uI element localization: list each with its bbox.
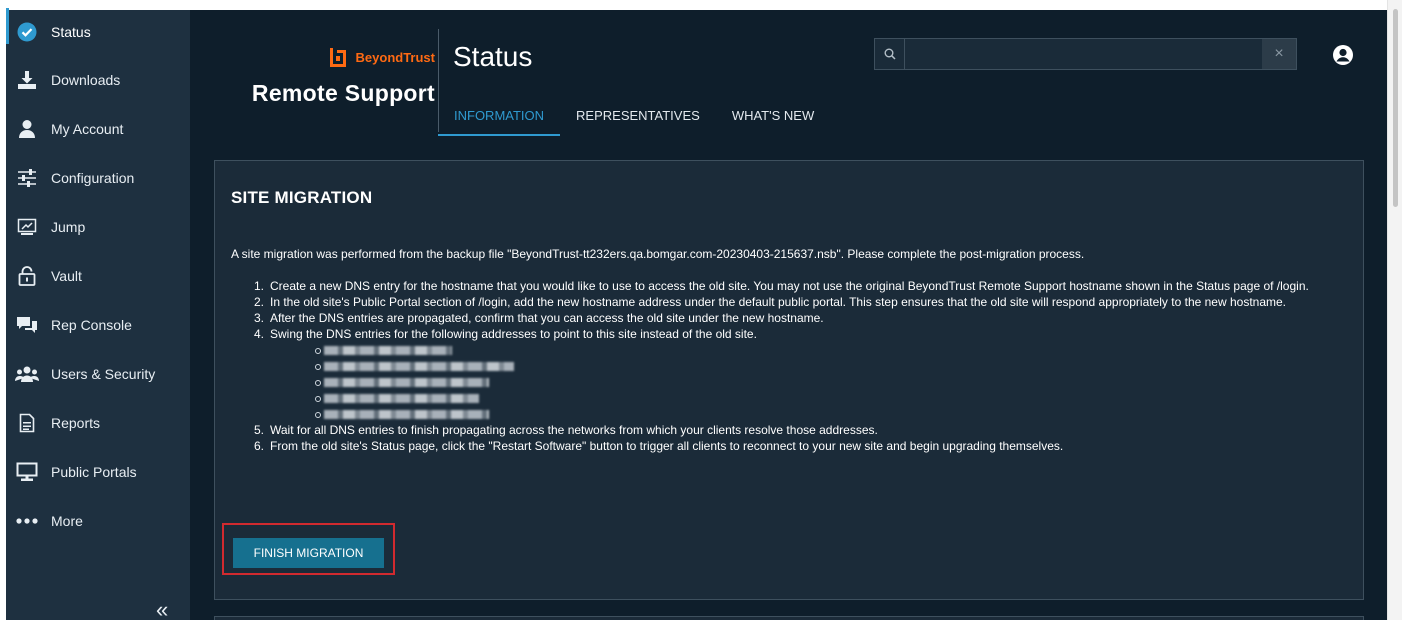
sidebar-item-my-account[interactable]: My Account xyxy=(6,109,190,149)
check-circle-icon xyxy=(14,21,40,43)
site-migration-panel: SITE MIGRATION A site migration was perf… xyxy=(214,160,1364,600)
sidebar-item-label: Users & Security xyxy=(51,366,156,382)
jump-icon xyxy=(14,216,40,238)
sidebar-item-public-portals[interactable]: Public Portals xyxy=(6,452,190,492)
next-panel xyxy=(214,616,1364,620)
monitor-icon xyxy=(14,461,40,483)
collapse-sidebar-button[interactable]: « xyxy=(156,599,180,620)
sidebar-item-more[interactable]: More xyxy=(6,501,190,541)
sidebar-item-jump[interactable]: Jump xyxy=(6,207,190,247)
sidebar-item-label: More xyxy=(51,513,83,529)
redacted-address xyxy=(231,390,1356,406)
ellipsis-icon xyxy=(14,510,40,532)
user-icon xyxy=(14,118,40,140)
sidebar-item-label: Reports xyxy=(51,415,101,431)
clear-search-icon[interactable]: × xyxy=(1262,39,1296,69)
list-item: 1. Create a new DNS entry for the hostna… xyxy=(254,279,1309,293)
list-item: 4. Swing the DNS entries for the followi… xyxy=(254,327,757,341)
redacted-address xyxy=(231,358,1356,374)
users-icon xyxy=(14,363,40,385)
sidebar-item-downloads[interactable]: Downloads xyxy=(6,60,190,100)
download-icon xyxy=(14,69,40,91)
report-icon xyxy=(14,412,40,434)
panel-title: SITE MIGRATION xyxy=(231,188,373,207)
sidebar-item-rep-console[interactable]: Rep Console xyxy=(6,305,190,345)
app-root: Status Downloads My Account Configuratio… xyxy=(0,0,1402,620)
search-box: × xyxy=(874,38,1297,70)
scrollbar-thumb[interactable] xyxy=(1393,9,1398,207)
sidebar-item-vault[interactable]: Vault xyxy=(6,256,190,296)
list-item: 2. In the old site's Public Portal secti… xyxy=(254,295,1287,309)
redacted-address xyxy=(231,342,1356,358)
user-menu-icon[interactable] xyxy=(1332,44,1354,66)
sidebar-item-label: Downloads xyxy=(51,72,121,88)
tab-bar: INFORMATION REPRESENTATIVES WHAT'S NEW xyxy=(438,94,830,136)
sidebar-item-label: Public Portals xyxy=(51,464,137,480)
search-input[interactable] xyxy=(905,39,1262,69)
sidebar-item-label: My Account xyxy=(51,121,124,137)
redacted-address xyxy=(231,374,1356,390)
list-item: 6. From the old site's Status page, clic… xyxy=(254,439,1064,453)
sidebar-item-status[interactable]: Status xyxy=(6,8,190,52)
list-item: 5. Wait for all DNS entries to finish pr… xyxy=(254,423,878,437)
sidebar-item-label: Jump xyxy=(51,219,86,235)
search-icon[interactable] xyxy=(875,39,905,69)
tab-representatives[interactable]: REPRESENTATIVES xyxy=(560,94,716,136)
beyondtrust-logo-icon xyxy=(326,45,350,69)
sidebar-item-label: Vault xyxy=(51,268,82,284)
sliders-icon xyxy=(14,167,40,189)
sidebar-item-label: Configuration xyxy=(51,170,135,186)
finish-migration-button[interactable]: FINISH MIGRATION xyxy=(233,538,384,568)
page-title: Status xyxy=(453,41,533,72)
sidebar-item-users-security[interactable]: Users & Security xyxy=(6,354,190,394)
list-item: 3. After the DNS entries are propagated,… xyxy=(254,311,824,325)
sidebar-item-label: Rep Console xyxy=(51,317,132,333)
lock-icon xyxy=(14,265,40,287)
tab-information[interactable]: INFORMATION xyxy=(438,94,561,136)
migration-intro: A site migration was performed from the … xyxy=(231,247,1085,261)
sidebar-item-label: Status xyxy=(51,24,91,40)
brand-logo: BeyondTrust Remote Support xyxy=(210,40,435,120)
migration-steps: 1. Create a new DNS entry for the hostna… xyxy=(231,278,1356,454)
tab-whats-new[interactable]: WHAT'S NEW xyxy=(716,94,830,136)
redacted-address-list xyxy=(231,342,1356,422)
redacted-address xyxy=(231,406,1356,422)
brand-product: Remote Support xyxy=(251,80,435,106)
sidebar-item-configuration[interactable]: Configuration xyxy=(6,158,190,198)
sidebar: Status Downloads My Account Configuratio… xyxy=(6,8,190,620)
chat-bubbles-icon xyxy=(14,314,40,336)
main-content: BeyondTrust Remote Support Status INFORM… xyxy=(190,10,1387,620)
brand-company: BeyondTrust xyxy=(355,49,435,65)
sidebar-item-reports[interactable]: Reports xyxy=(6,403,190,443)
page-scrollbar[interactable] xyxy=(1387,0,1402,620)
